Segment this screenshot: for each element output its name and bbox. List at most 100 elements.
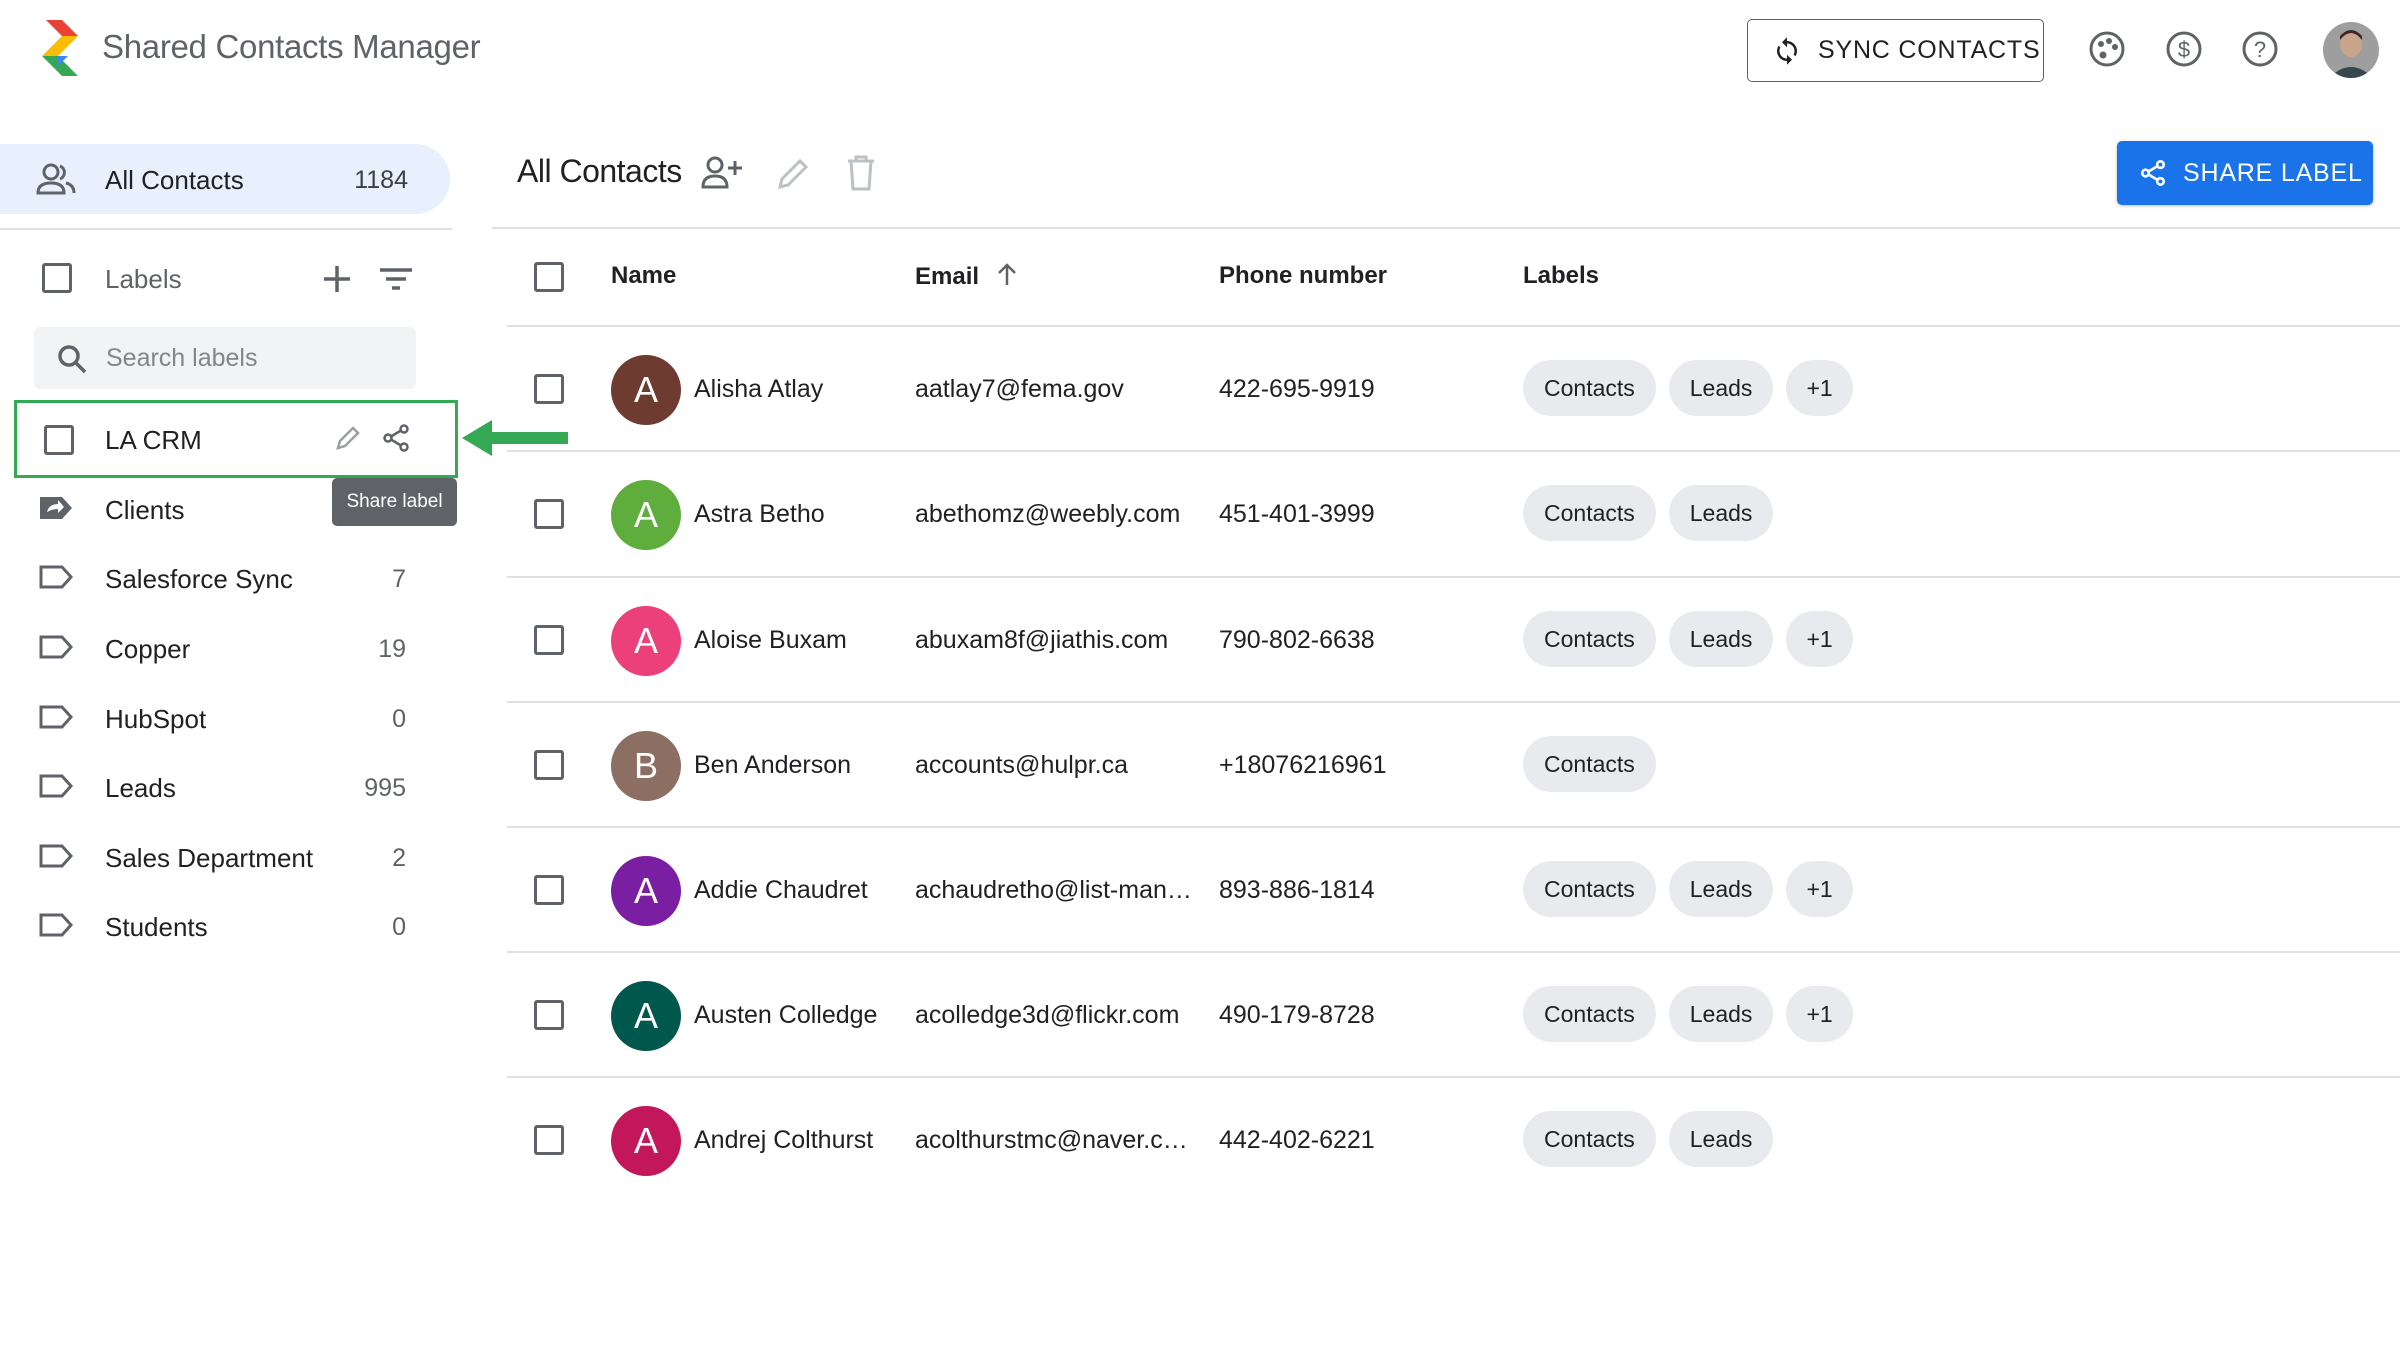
label-chip[interactable]: Contacts (1523, 986, 1656, 1042)
svg-text:$: $ (2178, 37, 2190, 62)
user-avatar[interactable] (2323, 22, 2379, 78)
contact-email: abuxam8f@jiathis.com (915, 626, 1169, 654)
contact-phone: 893-886-1814 (1219, 876, 1375, 904)
share-label-tooltip: Share label (332, 478, 457, 526)
contact-name: Andrej Colthurst (694, 1126, 874, 1154)
contact-phone: 422-695-9919 (1219, 375, 1375, 403)
contact-phone: 490-179-8728 (1219, 1001, 1375, 1029)
column-header-email-label: Email (915, 263, 980, 290)
nav-all-contacts[interactable]: All Contacts 1184 (0, 144, 450, 214)
row-checkbox[interactable] (534, 1125, 564, 1155)
edit-icon[interactable] (776, 155, 810, 191)
sort-ascending-icon (997, 263, 1016, 285)
contact-phone: 442-402-6221 (1219, 1126, 1375, 1154)
label-chip[interactable]: Leads (1668, 861, 1774, 917)
sidebar-item-count: 995 (364, 774, 406, 802)
table-row[interactable]: A Astra Betho abethomz@weebly.com 451-40… (507, 452, 2400, 576)
label-chip[interactable]: Leads (1668, 986, 1774, 1042)
label-chip[interactable]: Leads (1668, 485, 1774, 541)
delete-icon[interactable] (846, 155, 876, 191)
row-checkbox[interactable] (534, 750, 564, 780)
app-logo (42, 20, 78, 76)
more-labels-chip[interactable]: +1 (1786, 360, 1853, 416)
contact-phone: +18076216961 (1219, 751, 1387, 779)
label-icon (39, 705, 74, 729)
shared-label-icon (40, 497, 72, 519)
add-contact-icon[interactable] (701, 155, 743, 191)
contact-avatar: A (611, 981, 681, 1051)
column-header-phone[interactable]: Phone number (1219, 262, 1387, 290)
contact-email: abethomz@weebly.com (915, 500, 1181, 528)
sidebar-divider (0, 228, 452, 230)
contact-labels: Contacts Leads +1 (1523, 611, 1853, 667)
contact-avatar: B (611, 731, 681, 801)
label-chip[interactable]: Contacts (1523, 1111, 1656, 1167)
contact-labels: Contacts (1523, 736, 1656, 792)
contact-labels: Contacts Leads (1523, 1111, 1774, 1167)
more-labels-chip[interactable]: +1 (1786, 861, 1853, 917)
sidebar-item-la-crm[interactable]: LA CRM (14, 400, 458, 478)
column-header-name[interactable]: Name (611, 262, 676, 290)
sidebar-item-hubspot[interactable]: HubSpot 0 (0, 686, 450, 750)
table-row[interactable]: B Ben Anderson accounts@hulpr.ca +180762… (507, 703, 2400, 827)
contact-phone: 451-401-3999 (1219, 500, 1375, 528)
row-checkbox[interactable] (534, 1000, 564, 1030)
table-row[interactable]: A Andrej Colthurst acolthurstmc@naver.c…… (507, 1078, 2400, 1202)
table-row[interactable]: A Austen Colledge acolledge3d@flickr.com… (507, 953, 2400, 1077)
edit-label-icon[interactable] (333, 423, 363, 453)
label-icon (39, 913, 74, 937)
more-labels-chip[interactable]: +1 (1786, 611, 1853, 667)
row-checkbox[interactable] (534, 625, 564, 655)
row-checkbox[interactable] (534, 499, 564, 529)
all-contacts-count: 1184 (354, 166, 408, 194)
row-checkbox[interactable] (534, 374, 564, 404)
label-chip[interactable]: Contacts (1523, 360, 1656, 416)
more-labels-chip[interactable]: +1 (1786, 986, 1853, 1042)
contact-email: acolthurstmc@naver.c… (915, 1126, 1188, 1154)
label-chip[interactable]: Contacts (1523, 736, 1656, 792)
share-label-button[interactable]: SHARE LABEL (2117, 141, 2373, 205)
table-row[interactable]: A Aloise Buxam abuxam8f@jiathis.com 790-… (507, 578, 2400, 702)
search-labels-input[interactable] (106, 337, 396, 379)
contact-name: Astra Betho (694, 500, 825, 528)
la-crm-checkbox[interactable] (44, 425, 74, 455)
sidebar-item-leads[interactable]: Leads 995 (0, 755, 450, 819)
help-icon[interactable]: ? (2240, 29, 2280, 69)
label-chip[interactable]: Leads (1668, 1111, 1774, 1167)
add-label-icon[interactable] (320, 262, 354, 296)
sidebar-item-students[interactable]: Students 0 (0, 894, 450, 958)
contact-phone: 790-802-6638 (1219, 626, 1375, 654)
labels-select-all-checkbox[interactable] (42, 263, 72, 293)
select-all-contacts-checkbox[interactable] (534, 262, 564, 292)
sidebar-item-copper[interactable]: Copper 19 (0, 616, 450, 680)
contact-name: Aloise Buxam (694, 626, 847, 654)
sidebar-item-label: LA CRM (105, 425, 202, 455)
label-chip[interactable]: Contacts (1523, 861, 1656, 917)
table-row[interactable]: A Alisha Atlay aatlay7@fema.gov 422-695-… (507, 327, 2400, 451)
sync-contacts-button[interactable]: SYNC CONTACTS (1747, 19, 2044, 82)
sidebar-item-label: Sales Department (105, 843, 314, 873)
contact-email: acolledge3d@flickr.com (915, 1001, 1180, 1029)
contact-avatar: A (611, 480, 681, 550)
label-chip[interactable]: Leads (1668, 360, 1774, 416)
label-chip[interactable]: Leads (1668, 611, 1774, 667)
dollar-icon[interactable]: $ (2164, 29, 2204, 69)
svg-text:?: ? (2254, 37, 2266, 62)
sidebar-item-label: Students (105, 912, 208, 942)
sidebar-item-sales-department[interactable]: Sales Department 2 (0, 825, 450, 889)
contact-avatar: A (611, 856, 681, 926)
sidebar-item-label: Clients (105, 495, 185, 525)
filter-icon[interactable] (378, 262, 414, 296)
label-chip[interactable]: Contacts (1523, 611, 1656, 667)
share-icon (2140, 160, 2166, 186)
labels-title: Labels (105, 264, 182, 294)
sidebar-item-salesforce-sync[interactable]: Salesforce Sync 7 (0, 546, 450, 610)
row-checkbox[interactable] (534, 875, 564, 905)
sidebar-item-count: 0 (392, 705, 406, 733)
share-label-icon[interactable] (381, 423, 411, 453)
contact-labels: Contacts Leads (1523, 485, 1774, 541)
table-row[interactable]: A Addie Chaudret achaudretho@list-man… 8… (507, 828, 2400, 952)
column-header-email[interactable]: Email (915, 262, 1020, 291)
label-chip[interactable]: Contacts (1523, 485, 1656, 541)
palette-icon[interactable] (2087, 29, 2127, 69)
